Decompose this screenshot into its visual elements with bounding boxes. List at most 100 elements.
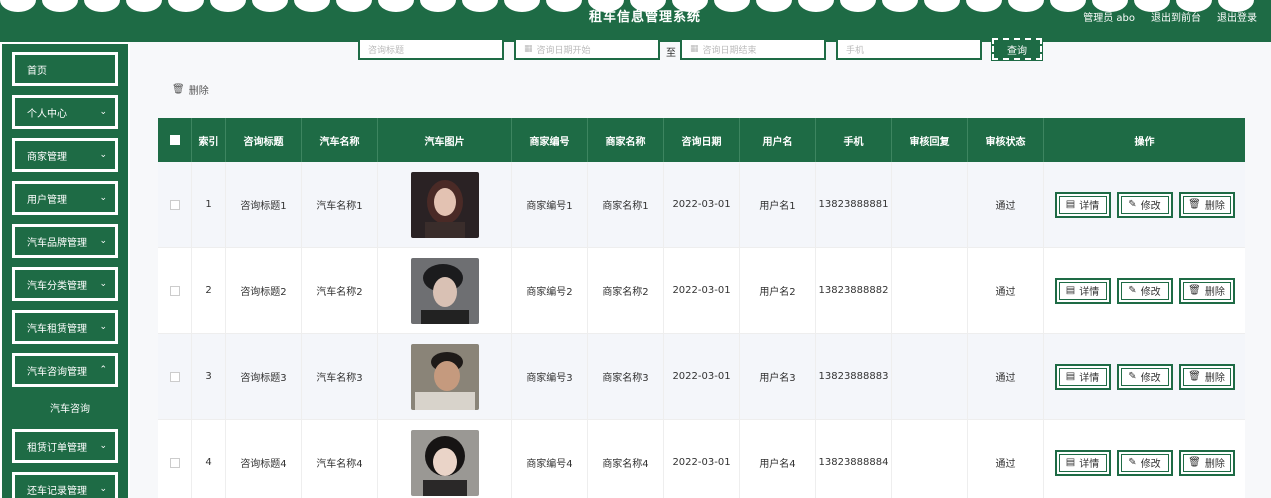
edit-label: 修改 xyxy=(1140,459,1161,470)
app-title: 租车信息管理系统 xyxy=(588,10,701,25)
submenu-car-consult[interactable]: 汽车咨询 xyxy=(18,395,122,419)
cell-phone: 13823888881 xyxy=(816,162,892,247)
cell-car-name: 汽车名称3 xyxy=(302,334,378,419)
batch-delete-button[interactable]: 🗑 删除 xyxy=(172,82,209,97)
table-row: 1 咨询标题1 汽车名称1 商家编号1 商家名称1 2022-03-01 用户名… xyxy=(158,162,1245,248)
sidebar-item-label: 汽车品牌管理 xyxy=(27,237,87,249)
trash-icon: 🗑 xyxy=(1188,371,1201,382)
col-header-status: 审核状态 xyxy=(968,118,1044,162)
sidebar-item-label: 汽车咨询管理 xyxy=(27,366,87,378)
delete-button[interactable]: 🗑 删除 xyxy=(1178,449,1235,476)
cell-status: 通过 xyxy=(968,248,1044,333)
delete-button[interactable]: 🗑 删除 xyxy=(1178,277,1235,304)
edit-button[interactable]: ✎ 修改 xyxy=(1116,363,1173,390)
cell-car-name: 汽车名称4 xyxy=(302,420,378,498)
phone-search-input[interactable]: 手机 xyxy=(836,38,982,60)
col-header-reply: 审核回复 xyxy=(892,118,968,162)
delete-label: 删除 xyxy=(1204,201,1225,212)
sidebar-item-home[interactable]: 首页 xyxy=(11,51,119,87)
cell-title: 咨询标题1 xyxy=(226,162,302,247)
cell-index: 2 xyxy=(192,248,226,333)
title-search-input[interactable]: 咨询标题 xyxy=(358,38,504,60)
col-header-merchant-name: 商家名称 xyxy=(588,118,664,162)
car-photo xyxy=(410,343,479,410)
sidebar-item-label: 个人中心 xyxy=(27,108,67,120)
detail-button[interactable]: ▤ 详情 xyxy=(1054,191,1111,218)
calendar-icon: ▦ xyxy=(690,44,699,54)
edit-button[interactable]: ✎ 修改 xyxy=(1116,449,1173,476)
sidebar-item-label: 汽车分类管理 xyxy=(27,280,87,292)
col-header-username: 用户名 xyxy=(740,118,816,162)
cell-merchant-name: 商家名称3 xyxy=(588,334,664,419)
detail-label: 详情 xyxy=(1079,201,1100,212)
col-header-date: 咨询日期 xyxy=(664,118,740,162)
sidebar-item-label: 商家管理 xyxy=(27,151,67,163)
cell-date: 2022-03-01 xyxy=(664,248,740,333)
select-all-checkbox[interactable] xyxy=(158,118,192,162)
table-row: 4 咨询标题4 汽车名称4 商家编号4 商家名称4 2022-03-01 用户名… xyxy=(158,420,1245,498)
row-checkbox[interactable] xyxy=(158,162,192,247)
detail-label: 详情 xyxy=(1079,373,1100,384)
cell-username: 用户名3 xyxy=(740,334,816,419)
cell-reply xyxy=(892,248,968,333)
sidebar-item-car-consult[interactable]: 汽车咨询管理 ⌃ xyxy=(11,352,119,388)
exit-to-front-link[interactable]: 退出到前台 xyxy=(1151,9,1201,24)
sidebar-item-label: 首页 xyxy=(27,65,47,77)
cell-actions: ▤ 详情 ✎ 修改 🗑 删除 xyxy=(1044,334,1245,419)
document-icon: ▤ xyxy=(1065,371,1076,382)
edit-button[interactable]: ✎ 修改 xyxy=(1116,191,1173,218)
cell-reply xyxy=(892,162,968,247)
cell-car-image xyxy=(378,334,512,419)
cell-actions: ▤ 详情 ✎ 修改 🗑 删除 xyxy=(1044,248,1245,333)
cell-reply xyxy=(892,334,968,419)
row-checkbox[interactable] xyxy=(158,420,192,498)
cell-phone: 13823888883 xyxy=(816,334,892,419)
batch-delete-label: 删除 xyxy=(188,86,209,97)
col-header-index: 索引 xyxy=(192,118,226,162)
logout-link[interactable]: 退出登录 xyxy=(1217,9,1257,24)
detail-button[interactable]: ▤ 详情 xyxy=(1054,277,1111,304)
delete-button[interactable]: 🗑 删除 xyxy=(1178,191,1235,218)
chevron-down-icon: ⌄ xyxy=(99,236,107,246)
sidebar-item-personal-center[interactable]: 个人中心 ⌄ xyxy=(11,94,119,130)
sidebar-item-label: 租赁订单管理 xyxy=(27,442,87,454)
cell-status: 通过 xyxy=(968,334,1044,419)
sidebar-item-user[interactable]: 用户管理 ⌄ xyxy=(11,180,119,216)
row-checkbox[interactable] xyxy=(158,334,192,419)
sidebar-item-label: 还车记录管理 xyxy=(27,485,87,497)
detail-button[interactable]: ▤ 详情 xyxy=(1054,449,1111,476)
date-end-input[interactable]: ▦ 咨询日期结束 xyxy=(680,38,826,60)
pencil-icon: ✎ xyxy=(1128,371,1137,382)
sidebar-item-return-record[interactable]: 还车记录管理 ⌄ xyxy=(11,471,119,498)
query-button[interactable]: 查询 xyxy=(991,37,1043,61)
delete-label: 删除 xyxy=(1204,373,1225,384)
chevron-down-icon: ⌄ xyxy=(99,484,107,494)
cell-date: 2022-03-01 xyxy=(664,334,740,419)
cell-index: 1 xyxy=(192,162,226,247)
cell-actions: ▤ 详情 ✎ 修改 🗑 删除 xyxy=(1044,420,1245,498)
col-header-phone: 手机 xyxy=(816,118,892,162)
cell-car-image xyxy=(378,420,512,498)
delete-button[interactable]: 🗑 删除 xyxy=(1178,363,1235,390)
sidebar-item-car-rental[interactable]: 汽车租赁管理 ⌄ xyxy=(11,309,119,345)
sidebar-item-rental-order[interactable]: 租赁订单管理 ⌄ xyxy=(11,428,119,464)
date-start-input[interactable]: ▦ 咨询日期开始 xyxy=(514,38,660,60)
calendar-icon: ▦ xyxy=(524,44,533,54)
cell-phone: 13823888882 xyxy=(816,248,892,333)
consult-table: 索引 咨询标题 汽车名称 汽车图片 商家编号 商家名称 咨询日期 用户名 手机 … xyxy=(158,118,1245,498)
pencil-icon: ✎ xyxy=(1128,457,1137,468)
trash-icon: 🗑 xyxy=(1188,199,1201,210)
cell-merchant-name: 商家名称2 xyxy=(588,248,664,333)
pencil-icon: ✎ xyxy=(1128,199,1137,210)
edit-button[interactable]: ✎ 修改 xyxy=(1116,277,1173,304)
cell-username: 用户名1 xyxy=(740,162,816,247)
sidebar-item-car-category[interactable]: 汽车分类管理 ⌄ xyxy=(11,266,119,302)
document-icon: ▤ xyxy=(1065,285,1076,296)
trash-icon: 🗑 xyxy=(1188,457,1201,468)
cell-car-name: 汽车名称2 xyxy=(302,248,378,333)
row-checkbox[interactable] xyxy=(158,248,192,333)
sidebar-item-merchant[interactable]: 商家管理 ⌄ xyxy=(11,137,119,173)
sidebar-item-car-brand[interactable]: 汽车品牌管理 ⌄ xyxy=(11,223,119,259)
detail-label: 详情 xyxy=(1079,287,1100,298)
detail-button[interactable]: ▤ 详情 xyxy=(1054,363,1111,390)
